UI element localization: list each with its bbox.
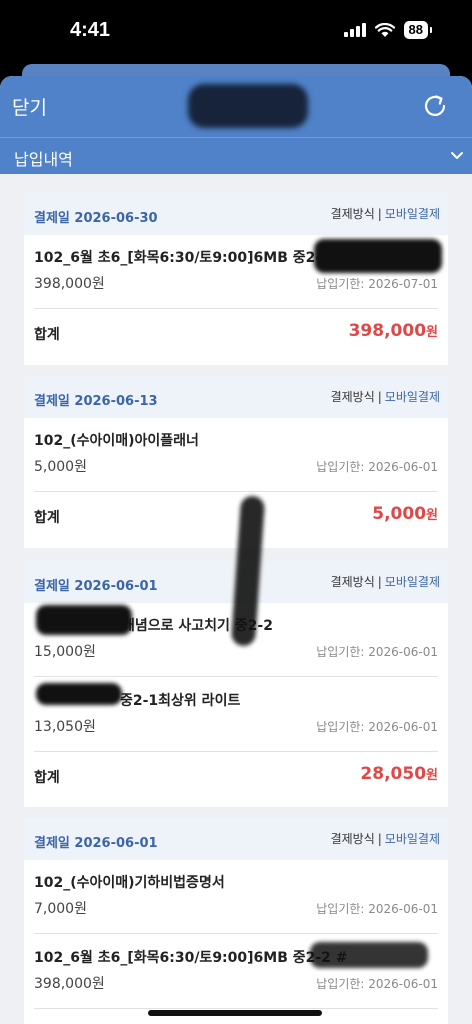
payment-method: 결제방식 | 모바일결제: [330, 390, 440, 404]
card-header: 결제일 2026-06-13 결제방식 | 모바일결제: [24, 376, 448, 418]
item-due-date: 납입기한: 2026-06-01: [316, 902, 438, 916]
payment-date: 결제일 2026-06-30: [34, 211, 158, 226]
subheader[interactable]: 납입내역: [0, 137, 472, 174]
item-due-date: 납입기한: 2026-06-01: [316, 645, 438, 659]
payment-method-label: 결제방식: [330, 390, 375, 404]
total-amount: 5,000원: [372, 504, 438, 524]
item-price: 398,000원: [34, 276, 105, 292]
total-value: 28,050: [360, 764, 427, 784]
signal-icon: [343, 23, 366, 37]
payment-method-value: 모바일결제: [384, 390, 440, 404]
item-name: 중2-1최상위 라이트: [120, 693, 241, 709]
redaction-mark: [314, 239, 442, 273]
payment-method-label: 결제방식: [330, 832, 375, 846]
payment-card: 결제일 2026-06-30 결제방식 | 모바일결제 102_6월 초6_[화목6…: [24, 193, 448, 365]
payment-method-value: 모바일결제: [384, 832, 440, 846]
total-row: 합계 28,050원: [34, 753, 438, 807]
total-label: 합계: [34, 770, 60, 786]
card-header: 결제일 2026-06-30 결제방식 | 모바일결제: [24, 193, 448, 235]
item-price: 5,000원: [34, 459, 87, 475]
payment-card: 결제일 2026-06-13 결제방식 | 모바일결제 102_(수아이매)아이플래…: [24, 376, 448, 548]
payment-method-label: 결제방식: [330, 207, 375, 221]
payment-method: 결제방식 | 모바일결제: [330, 832, 440, 846]
battery-level: 88: [403, 21, 428, 39]
payment-date: 결제일 2026-06-01: [34, 836, 158, 851]
total-row: 합계 5,000원: [34, 493, 438, 547]
refresh-icon[interactable]: [420, 91, 450, 121]
subheader-label: 납입내역: [14, 150, 73, 169]
total-label: 합계: [34, 327, 60, 343]
item-name: 102_6월 초6_[화목6:30/토9:00]6MB 중2-2 #: [34, 950, 348, 966]
redacted-title: [188, 84, 308, 128]
status-bar: 4:41 88: [0, 0, 472, 62]
item-due-date: 납입기한: 2026-06-01: [316, 460, 438, 474]
total-value: 398,000: [348, 321, 427, 341]
item-due-date: 납입기한: 2026-07-01: [316, 277, 438, 291]
chevron-down-icon[interactable]: [450, 148, 464, 162]
list-item: 102_(수아이매)아이플래너 5,000원 납입기한: 2026-06-01: [34, 418, 438, 492]
item-due-date: 납입기한: 2026-06-01: [316, 720, 438, 734]
status-icons: 88: [343, 21, 432, 39]
item-price: 7,000원: [34, 901, 87, 917]
header: 닫기: [0, 76, 472, 137]
redaction-mark: [36, 605, 132, 635]
total-row: 합계 398,000원: [34, 310, 438, 364]
card-header: 결제일 2026-06-01 결제방식 | 모바일결제: [24, 818, 448, 860]
battery-icon: [430, 27, 432, 33]
payment-method-value: 모바일결제: [384, 575, 440, 589]
item-price: 398,000원: [34, 976, 105, 992]
list-item: 102_(수아이매)기하비법증명서 7,000원 납입기한: 2026-06-0…: [34, 860, 438, 934]
status-time: 4:41: [70, 19, 111, 41]
payment-method: 결제방식 | 모바일결제: [330, 207, 440, 221]
wifi-icon: [374, 22, 395, 37]
payment-card: 결제일 2026-06-01 결제방식 | 모바일결제 102_(수아이매)기하비법…: [24, 818, 448, 1024]
payment-method-label: 결제방식: [330, 575, 375, 589]
item-due-date: 납입기한: 2026-06-01: [316, 977, 438, 991]
redaction-mark: [310, 942, 428, 968]
payment-method-value: 모바일결제: [384, 207, 440, 221]
total-label: 합계: [34, 510, 60, 526]
total-amount: 398,000원: [349, 321, 438, 341]
total-unit: 원: [426, 508, 438, 523]
total-value: 5,000: [372, 504, 427, 524]
total-unit: 원: [426, 325, 438, 340]
close-button[interactable]: 닫기: [12, 93, 47, 120]
total-unit: 원: [426, 768, 438, 783]
payment-date: 결제일 2026-06-01: [34, 579, 158, 594]
redaction-mark: [36, 683, 122, 705]
payment-date: 결제일 2026-06-13: [34, 394, 158, 409]
payment-method: 결제방식 | 모바일결제: [330, 575, 440, 589]
item-price: 13,050원: [34, 719, 96, 735]
item-name: 102_6월 초6_[화목6:30/토9:00]6MB 중2-2 #: [34, 250, 348, 266]
payment-history-sheet: 닫기 납입내역 결제일 2026-06-30 결제방식 | 모바일결제 102_6월…: [0, 76, 472, 1024]
total-amount: 28,050원: [360, 764, 438, 784]
item-name: 102_(수아이매)기하비법증명서: [34, 875, 225, 891]
item-name: 102_(수아이매)아이플래너: [34, 433, 199, 449]
item-price: 15,000원: [34, 644, 96, 660]
home-indicator[interactable]: [148, 1010, 322, 1016]
